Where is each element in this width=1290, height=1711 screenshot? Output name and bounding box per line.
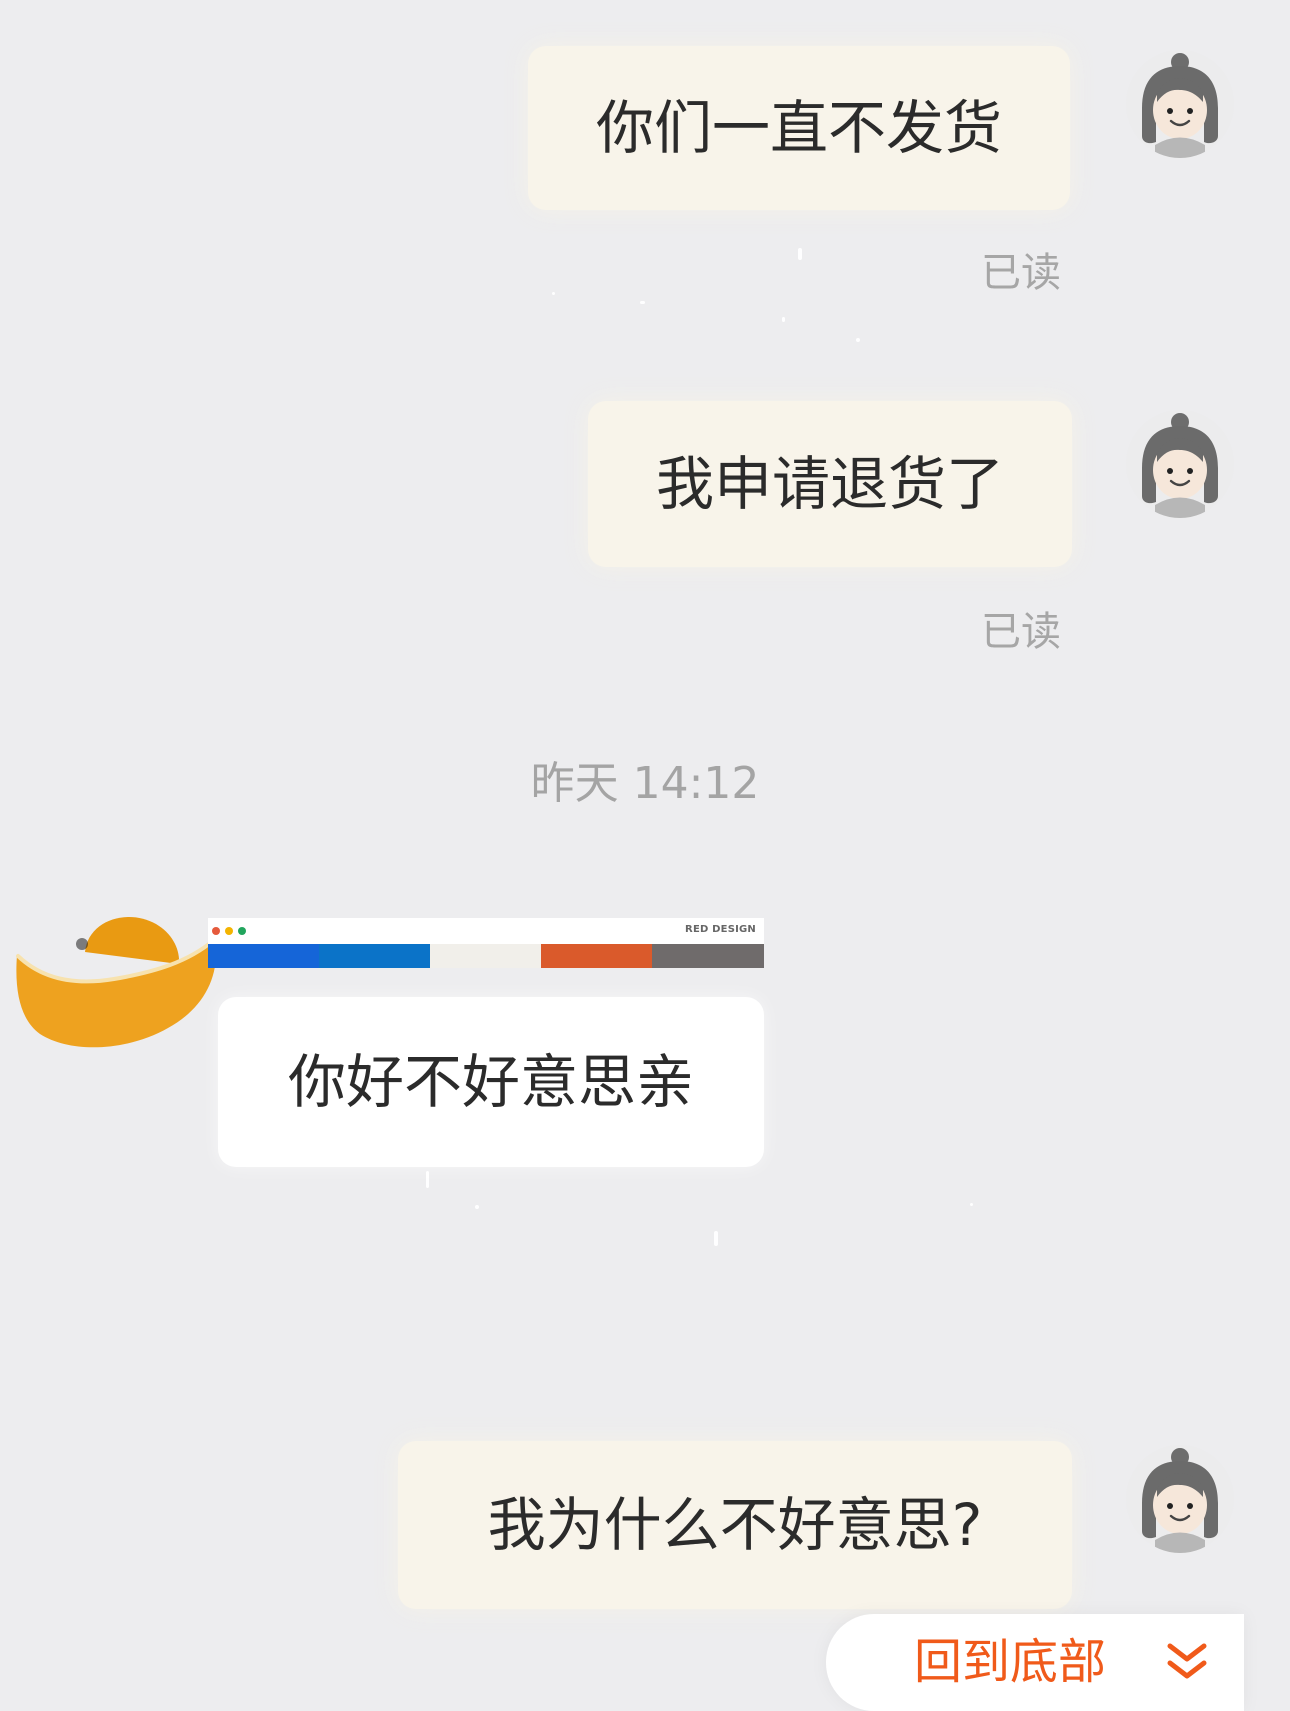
background-speck [552,292,555,295]
message-bubble-incoming[interactable]: 你好不好意思亲 [218,997,764,1167]
promo-banner[interactable]: RED DESIGN [208,918,764,968]
banner-segment-2 [319,944,430,968]
banner-segment-5 [652,944,764,968]
message-text-4: 我为什么不好意思? [487,1491,983,1559]
girl-avatar-icon [1126,50,1234,158]
gold-ingot-icon [16,916,217,1048]
background-speck [475,1205,479,1209]
message-bubble-outgoing-2[interactable]: 我申请退货了 [588,401,1072,567]
return-to-bottom-button[interactable]: 回到底部 [826,1614,1244,1711]
banner-dot-3 [238,927,246,935]
banner-segment-1 [208,944,319,968]
girl-avatar-icon [1126,410,1234,518]
read-status-1: 已读 [981,250,1061,296]
background-speck [856,338,860,342]
background-speck [798,248,802,260]
user-avatar-2[interactable] [1126,410,1234,518]
promo-banner-header: RED DESIGN [208,918,764,944]
banner-segment-4 [541,944,652,968]
background-speck [640,301,645,304]
user-avatar-3[interactable] [1126,1445,1234,1553]
banner-color-strip [208,944,764,968]
message-text-2: 我申请退货了 [655,450,1004,518]
banner-dot-1 [212,927,220,935]
timestamp: 昨天 14:12 [530,758,760,809]
user-avatar-1[interactable] [1126,50,1234,158]
message-bubble-outgoing-3[interactable]: 我为什么不好意思? [398,1441,1072,1609]
merchant-avatar[interactable] [10,900,220,1055]
message-text-3: 你好不好意思亲 [287,1048,694,1116]
read-status-2: 已读 [981,609,1061,655]
double-chevron-down-icon [1167,1643,1207,1679]
girl-avatar-icon [1126,1445,1234,1553]
background-speck [426,1171,429,1188]
chat-area: 你们一直不发货 已读 我申请退货了 已读 昨天 14:12 RED DESIGN… [0,0,1290,1711]
message-bubble-outgoing-1[interactable]: 你们一直不发货 [528,46,1070,210]
background-speck [714,1231,718,1246]
banner-dot-2 [225,927,233,935]
message-text-1: 你们一直不发货 [595,94,1002,162]
banner-brand-label: RED DESIGN [685,924,756,935]
return-to-bottom-label: 回到底部 [914,1634,1107,1690]
banner-segment-3 [430,944,541,968]
background-speck [782,317,785,322]
background-speck [970,1203,973,1206]
